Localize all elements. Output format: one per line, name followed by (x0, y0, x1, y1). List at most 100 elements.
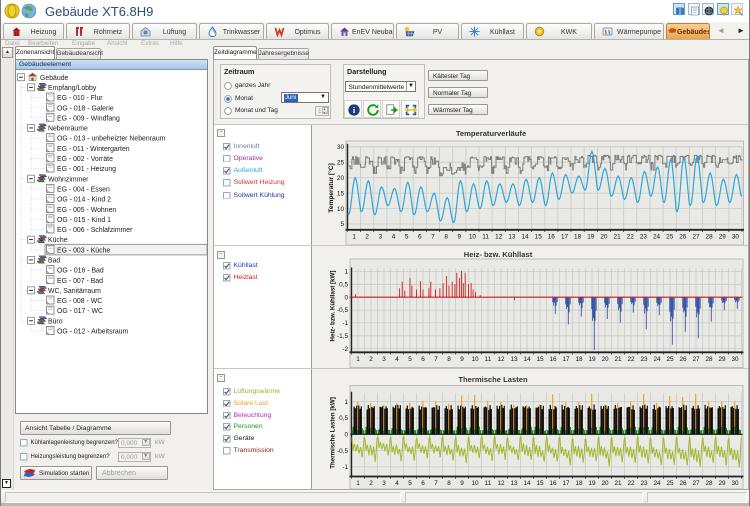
svg-text:20: 20 (600, 234, 608, 241)
svg-text:15: 15 (536, 480, 544, 487)
svg-text:12: 12 (497, 480, 505, 487)
svg-text:27: 27 (692, 356, 700, 363)
svg-text:13: 13 (508, 234, 516, 241)
svg-text:0: 0 (344, 294, 348, 301)
svg-text:Bad: Bad (48, 257, 60, 264)
svg-text:EG - 010 - Flur: EG - 010 - Flur (57, 95, 103, 102)
svg-text:29: 29 (718, 356, 726, 363)
svg-text:Büro: Büro (48, 318, 63, 325)
svg-text:30: 30 (731, 356, 739, 363)
svg-text:-1: -1 (342, 464, 348, 471)
svg-text:5: 5 (408, 480, 412, 487)
svg-text:EG - 006 - Schlafzimmer: EG - 006 - Schlafzimmer (57, 227, 133, 234)
svg-text:24: 24 (653, 234, 661, 241)
svg-text:-0,5: -0,5 (337, 307, 348, 314)
svg-text:17: 17 (562, 356, 570, 363)
svg-text:17: 17 (561, 234, 569, 241)
svg-text:17: 17 (562, 480, 570, 487)
svg-text:24: 24 (653, 356, 661, 363)
svg-text:12: 12 (497, 356, 505, 363)
svg-text:Temperaturverläufe: Temperaturverläufe (456, 129, 526, 138)
svg-text:7: 7 (434, 480, 438, 487)
svg-text:Heiz- bzw. Kühllast [kW]: Heiz- bzw. Kühllast [kW] (330, 271, 337, 342)
svg-text:OG - 015 - Kind 1: OG - 015 - Kind 1 (57, 216, 111, 223)
svg-text:15: 15 (337, 190, 345, 197)
svg-text:29: 29 (719, 234, 727, 241)
svg-text:8: 8 (444, 234, 448, 241)
svg-text:10: 10 (469, 234, 477, 241)
svg-text:22: 22 (627, 234, 635, 241)
svg-text:EG - 008 - WC: EG - 008 - WC (57, 298, 102, 305)
svg-text:4: 4 (395, 356, 399, 363)
svg-text:1: 1 (356, 480, 360, 487)
svg-text:29: 29 (718, 480, 726, 487)
svg-text:5: 5 (408, 356, 412, 363)
svg-text:23: 23 (640, 480, 648, 487)
svg-text:EG - 009 - Windfang: EG - 009 - Windfang (57, 115, 120, 122)
svg-text:5: 5 (405, 234, 409, 241)
svg-text:4: 4 (392, 234, 396, 241)
svg-text:30: 30 (732, 234, 740, 241)
svg-text:21: 21 (614, 480, 622, 487)
svg-text:25: 25 (666, 356, 674, 363)
svg-text:14: 14 (523, 356, 531, 363)
svg-text:15: 15 (536, 356, 544, 363)
svg-text:13: 13 (510, 480, 518, 487)
svg-text:23: 23 (640, 234, 648, 241)
svg-text:Heiz- bzw. Kühllast: Heiz- bzw. Kühllast (464, 250, 533, 259)
svg-text:Wohnzimmer: Wohnzimmer (48, 176, 89, 183)
svg-text:9: 9 (460, 356, 464, 363)
svg-text:Thermische Lasten: Thermische Lasten (458, 375, 528, 384)
svg-text:12: 12 (495, 234, 503, 241)
svg-text:WC, Sanitärraum: WC, Sanitärraum (48, 287, 101, 294)
svg-text:25: 25 (337, 159, 345, 166)
svg-text:7: 7 (431, 234, 435, 241)
svg-text:16: 16 (548, 234, 556, 241)
svg-text:19: 19 (588, 356, 596, 363)
svg-text:Temperatur [°C]: Temperatur [°C] (327, 163, 335, 212)
svg-text:25: 25 (666, 234, 674, 241)
svg-text:EG - 004 - Essen: EG - 004 - Essen (57, 186, 110, 193)
svg-text:13: 13 (510, 356, 518, 363)
svg-text:24: 24 (653, 480, 661, 487)
svg-text:-0,5: -0,5 (337, 448, 348, 455)
svg-text:10: 10 (337, 206, 345, 213)
svg-text:28: 28 (705, 356, 713, 363)
svg-text:OG - 013 - unbeheizter Nebenra: OG - 013 - unbeheizter Nebenraum (57, 135, 166, 142)
svg-text:Empfang/Lobby: Empfang/Lobby (48, 85, 97, 92)
svg-text:3: 3 (379, 234, 383, 241)
svg-text:EG - 003 - Küche: EG - 003 - Küche (57, 247, 110, 254)
svg-text:5: 5 (340, 221, 344, 228)
svg-text:21: 21 (614, 356, 622, 363)
svg-text:6: 6 (418, 234, 422, 241)
svg-text:0,5: 0,5 (339, 282, 348, 289)
svg-text:18: 18 (575, 356, 583, 363)
svg-text:22: 22 (627, 356, 635, 363)
svg-text:16: 16 (549, 356, 557, 363)
svg-text:OG - 016 - Bad: OG - 016 - Bad (57, 267, 104, 274)
svg-text:28: 28 (705, 480, 713, 487)
svg-text:OG - 018 - Galerie: OG - 018 - Galerie (57, 105, 114, 112)
svg-text:0: 0 (344, 432, 348, 439)
svg-text:9: 9 (460, 480, 464, 487)
svg-text:EG - 011 - Wintergarten: EG - 011 - Wintergarten (57, 145, 130, 152)
svg-text:Thermische Lasten [kW]: Thermische Lasten [kW] (330, 397, 337, 469)
svg-text:8: 8 (447, 480, 451, 487)
svg-text:11: 11 (485, 356, 492, 363)
svg-text:22: 22 (627, 480, 635, 487)
svg-text:8: 8 (447, 356, 451, 363)
svg-text:26: 26 (679, 480, 687, 487)
svg-text:Gebäude: Gebäude (40, 74, 69, 81)
svg-text:2: 2 (369, 480, 373, 487)
svg-text:21: 21 (614, 234, 622, 241)
svg-text:OG - 012 - Arbeitsraum: OG - 012 - Arbeitsraum (57, 328, 128, 335)
svg-text:18: 18 (574, 234, 582, 241)
svg-text:11: 11 (482, 234, 489, 241)
svg-text:18: 18 (575, 480, 583, 487)
svg-text:EG - 001 - Heizung: EG - 001 - Heizung (57, 166, 116, 173)
svg-text:9: 9 (458, 234, 462, 241)
svg-text:20: 20 (601, 356, 609, 363)
svg-text:2: 2 (369, 356, 373, 363)
svg-text:14: 14 (523, 480, 531, 487)
svg-text:19: 19 (587, 234, 595, 241)
